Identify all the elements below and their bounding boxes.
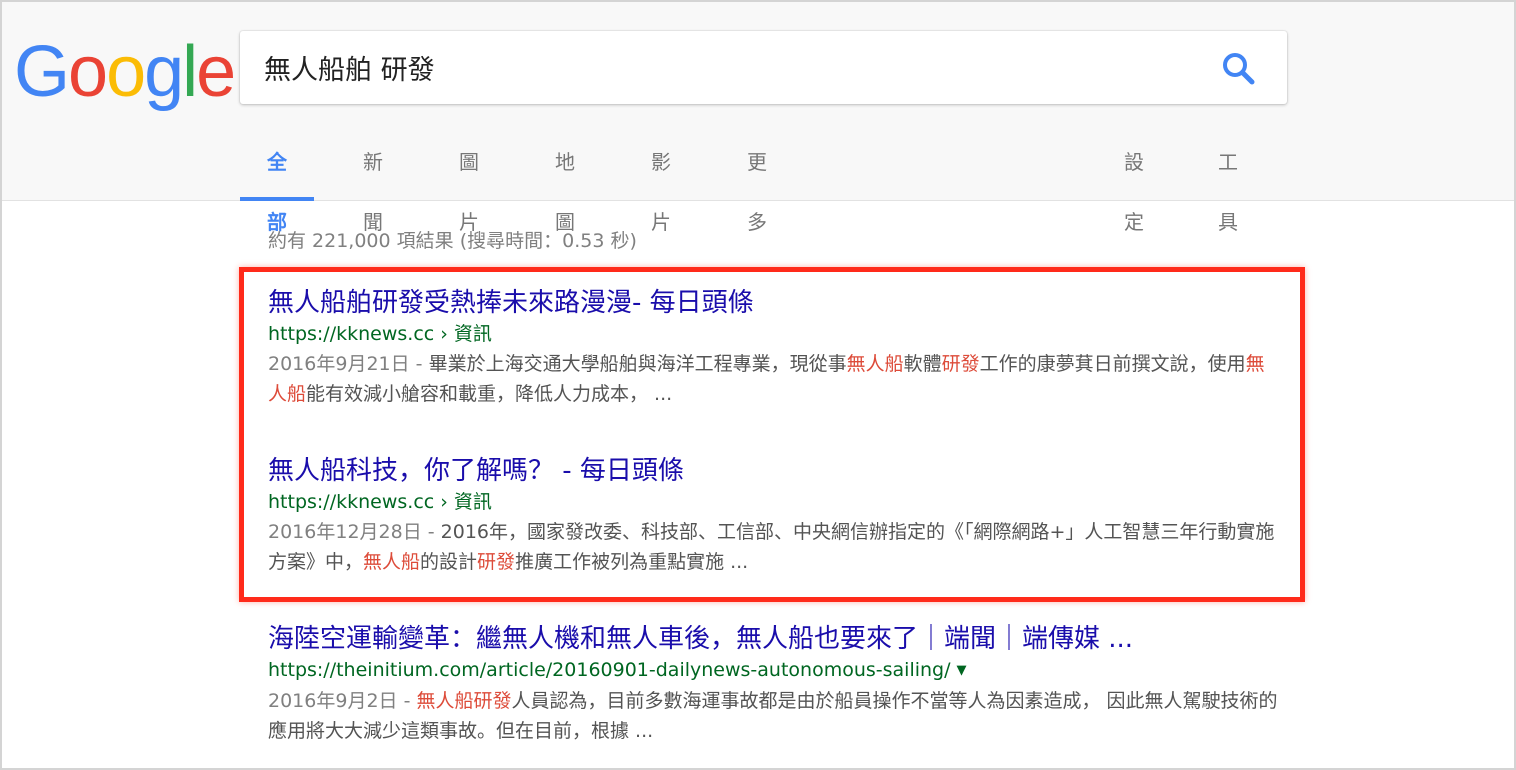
search-result: 無人船舶研發受熱捧未來路漫漫- 每日頭條 https://kknews.cc ›… <box>268 286 1278 409</box>
snippet-keyword: 研發 <box>941 353 980 375</box>
tab-settings[interactable]: 設定 <box>1124 132 1144 234</box>
snippet-keyword: 無人船 <box>363 551 421 573</box>
snippet-text: 軟體 <box>903 353 942 375</box>
search-result: 無人船科技，你了解嗎？ - 每日頭條 https://kknews.cc › 資… <box>268 454 1278 577</box>
result-title-link[interactable]: 無人船舶研發受熱捧未來路漫漫- 每日頭條 <box>268 286 1278 320</box>
logo-letter: o <box>106 32 146 112</box>
snippet-text: 工作的康夢萁日前撰文說，使用 <box>979 353 1246 375</box>
date-separator: - <box>409 353 429 375</box>
active-tab-indicator <box>240 197 314 201</box>
snippet-text: 的設計 <box>420 551 478 573</box>
browser-frame: Google 全部 新聞 圖片 地圖 影片 更多 設定 工具 約有 <box>0 0 1516 770</box>
result-title-link[interactable]: 海陸空運輸變革：繼無人機和無人車後，無人船也要來了｜端聞｜端傳媒 ... <box>268 622 1278 656</box>
tab-label: 全部 <box>267 150 287 234</box>
tab-label: 影片 <box>651 150 671 234</box>
snippet-text: 畢業於上海交通大學船舶與海洋工程專業，現從事 <box>428 353 847 375</box>
tab-tools[interactable]: 工具 <box>1218 132 1238 234</box>
tab-all[interactable]: 全部 <box>240 132 314 234</box>
tab-label: 設定 <box>1124 150 1144 234</box>
logo-letter: l <box>182 32 198 112</box>
result-snippet: 2016年12月28日 - 2016年，國家發改委、科技部、工信部、中央網信辦指… <box>268 517 1278 577</box>
snippet-keyword: 無人船 <box>846 353 904 375</box>
result-url: https://theinitium.com/article/20160901-… <box>268 659 951 681</box>
tab-more[interactable]: 更多 <box>747 132 767 234</box>
search-input[interactable] <box>264 45 1164 89</box>
tab-label: 新聞 <box>363 150 383 234</box>
tab-news[interactable]: 新聞 <box>363 132 383 234</box>
snippet-text: 推廣工作被列為重點實施 ... <box>515 551 749 573</box>
logo-letter: o <box>68 32 108 112</box>
search-box <box>240 31 1287 104</box>
logo-letter: G <box>14 32 70 112</box>
snippet-keyword: 研發 <box>477 551 516 573</box>
date-separator: - <box>421 521 441 543</box>
result-url-row: https://theinitium.com/article/20160901-… <box>268 656 1278 685</box>
logo-letter: e <box>196 32 236 112</box>
result-stats: 約有 221,000 項結果 (搜尋時間：0.53 秒) <box>268 230 637 252</box>
tab-label: 地圖 <box>555 150 575 234</box>
search-icon <box>1223 53 1255 85</box>
snippet-text: 能有效減小艙容和載重，降低人力成本， ... <box>306 383 673 405</box>
result-title-link[interactable]: 無人船科技，你了解嗎？ - 每日頭條 <box>268 454 1278 488</box>
result-date: 2016年9月2日 <box>268 690 398 712</box>
tab-videos[interactable]: 影片 <box>651 132 671 234</box>
result-date: 2016年12月28日 <box>268 521 422 543</box>
result-snippet: 2016年9月21日 - 畢業於上海交通大學船舶與海洋工程專業，現從事無人船軟體… <box>268 349 1278 409</box>
search-result: 海陸空運輸變革：繼無人機和無人車後，無人船也要來了｜端聞｜端傳媒 ... htt… <box>268 622 1278 746</box>
tab-images[interactable]: 圖片 <box>459 132 479 234</box>
tab-label: 工具 <box>1218 150 1238 234</box>
result-date: 2016年9月21日 <box>268 353 410 375</box>
url-dropdown-arrow-icon[interactable]: ▼ <box>957 663 967 678</box>
tab-label: 更多 <box>747 150 767 234</box>
tab-label: 圖片 <box>459 150 479 234</box>
result-url: https://kknews.cc › 資訊 <box>268 491 492 513</box>
google-logo[interactable]: Google <box>14 32 236 112</box>
date-separator: - <box>397 690 417 712</box>
result-snippet: 2016年9月2日 - 無人船研發人員認為，目前多數海運事故都是由於船員操作不當… <box>268 686 1278 746</box>
result-url: https://kknews.cc › 資訊 <box>268 323 492 345</box>
logo-letter: g <box>144 32 184 112</box>
search-button[interactable] <box>1219 49 1259 89</box>
tab-maps[interactable]: 地圖 <box>555 132 575 234</box>
search-header: Google 全部 新聞 圖片 地圖 影片 更多 設定 工具 <box>2 2 1514 234</box>
snippet-keyword: 無人船研發 <box>416 690 512 712</box>
